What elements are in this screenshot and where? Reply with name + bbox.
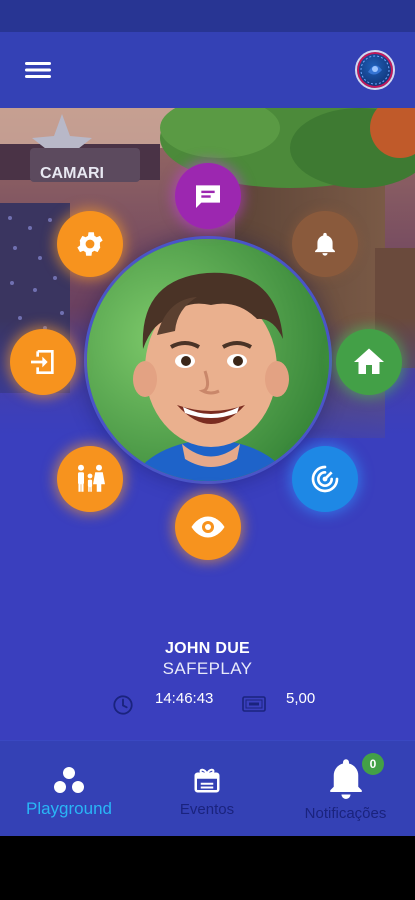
bell-icon (329, 759, 362, 799)
exit-button[interactable] (10, 329, 76, 395)
session-info-row: 14:46:43 5,00 (0, 688, 415, 722)
view-button[interactable] (175, 494, 241, 560)
hamburger-menu-icon[interactable] (22, 54, 54, 86)
playground-dots-icon (54, 767, 84, 793)
settings-button[interactable] (57, 211, 123, 277)
notifications-action-button[interactable] (292, 211, 358, 277)
session-time: 14:46:43 (155, 690, 214, 707)
tab-eventos-label: Eventos (179, 801, 235, 818)
exit-door-icon (31, 350, 54, 374)
home-button[interactable] (336, 329, 402, 395)
safeplay-logo-icon[interactable] (355, 50, 395, 90)
child-photo (87, 239, 329, 481)
child-avatar[interactable] (84, 236, 332, 484)
gear-icon (77, 232, 103, 256)
family-icon (78, 464, 105, 492)
chat-bubble-icon (196, 185, 220, 208)
eye-icon (191, 516, 225, 538)
bottom-navigation: Playground Eventos 0 Notificações (0, 740, 415, 836)
notification-count-badge: 0 (362, 753, 384, 775)
status-bar (0, 0, 415, 32)
ticket-icon (242, 696, 266, 717)
clock-icon (112, 694, 134, 721)
tracking-button[interactable] (292, 446, 358, 512)
app-screen: CAMARI JOHN DUE SAFEPLAY 14:46:43 5,00 P… (0, 0, 415, 900)
chat-button[interactable] (175, 163, 241, 229)
child-name: JOHN DUE (164, 640, 251, 657)
app-bar (0, 32, 415, 108)
tab-playground-label: Playground (25, 799, 112, 818)
bell-icon (315, 232, 335, 256)
hero-area: CAMARI JOHN DUE SAFEPLAY 14:46:43 5,00 (0, 108, 415, 740)
system-nav-area (0, 836, 415, 900)
camarim-sign-text: CAMARI (40, 165, 104, 182)
venue-name: SAFEPLAY (162, 659, 253, 678)
family-button[interactable] (57, 446, 123, 512)
tab-notificacoes[interactable]: 0 Notificações (276, 741, 415, 837)
tab-eventos[interactable]: Eventos (138, 741, 276, 837)
balance-amount: 5,00 (286, 690, 316, 707)
radar-signal-icon (311, 465, 339, 493)
tab-playground[interactable]: Playground (0, 741, 138, 837)
gift-calendar-icon (194, 768, 220, 793)
home-icon (354, 348, 384, 374)
tab-notificacoes-label: Notificações (304, 805, 387, 822)
